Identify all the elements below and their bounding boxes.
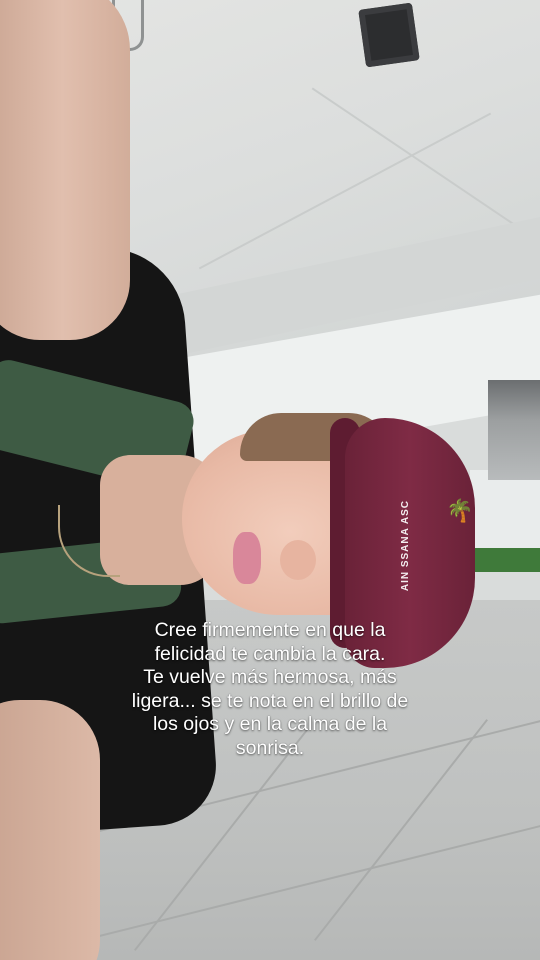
raised-arm	[0, 0, 130, 340]
machine	[488, 380, 540, 480]
caption-overlay: Cree firmemente en que la felicidad te c…	[60, 619, 480, 760]
nose	[280, 540, 316, 580]
caption-line: felicidad te cambia la cara.	[154, 642, 386, 665]
ceiling-fixture	[358, 2, 420, 68]
lips	[233, 532, 261, 584]
wall-panel	[470, 470, 540, 560]
cap-logo-text: AIN SSANA ASC	[400, 500, 411, 592]
palm-tree-icon: 🌴	[446, 498, 474, 523]
photo-scene: AIN SSANA ASC 🌴	[0, 0, 540, 960]
caption-line: ligera... se te nota en el brillo de	[131, 689, 409, 712]
caption-line: los ojos y en la calma de la	[152, 713, 388, 735]
caption-line: Cree firmemente en que la	[154, 619, 386, 641]
caption-line: sonrisa.	[235, 736, 305, 759]
caption-line: Te vuelve más hermosa, más	[143, 666, 397, 688]
